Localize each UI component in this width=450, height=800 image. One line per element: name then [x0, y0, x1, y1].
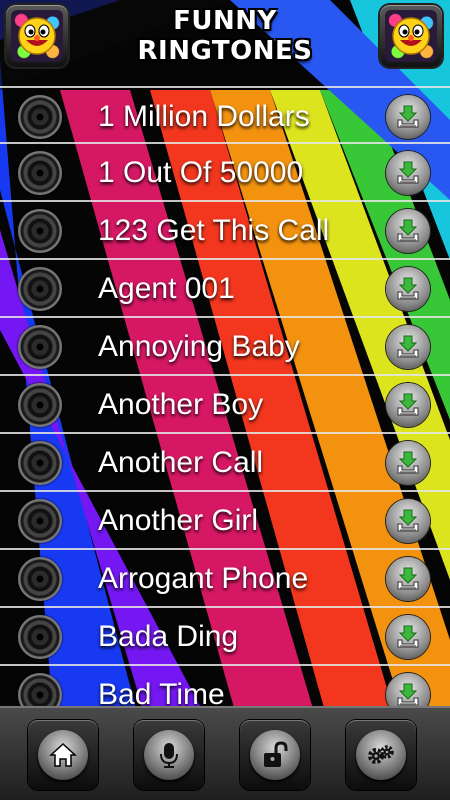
speaker-play-icon[interactable] — [18, 95, 62, 139]
download-button[interactable] — [386, 499, 430, 543]
list-item[interactable]: Another Call — [0, 434, 450, 492]
download-button[interactable] — [386, 151, 430, 195]
download-button[interactable] — [386, 673, 430, 706]
download-button[interactable] — [386, 557, 430, 601]
ringtone-name: Arrogant Phone — [98, 562, 309, 595]
unlock-icon — [264, 741, 288, 767]
list-item[interactable]: Annoying Baby — [0, 318, 450, 376]
ringtone-name: Bad Time — [98, 678, 225, 706]
download-button[interactable] — [386, 383, 430, 427]
download-icon — [397, 393, 419, 416]
smiley-face-icon — [18, 17, 56, 55]
download-button[interactable] — [386, 615, 430, 659]
download-icon — [397, 277, 419, 300]
download-button[interactable] — [386, 441, 430, 485]
list-item[interactable]: Bad Time — [0, 666, 450, 706]
ringtone-name: 123 Get This Call — [98, 214, 330, 247]
list-item[interactable]: Arrogant Phone — [0, 550, 450, 608]
title-line-2: RINGTONES — [137, 36, 313, 66]
download-icon — [397, 509, 419, 532]
home-icon — [49, 742, 77, 767]
download-button[interactable] — [386, 325, 430, 369]
speaker-play-icon[interactable] — [18, 615, 62, 659]
left-app-button[interactable] — [6, 5, 68, 67]
ringtone-name: Annoying Baby — [98, 330, 300, 363]
right-app-button[interactable] — [380, 5, 442, 67]
ringtone-name: 1 Million Dollars — [98, 100, 310, 133]
speaker-play-icon[interactable] — [18, 267, 62, 311]
ringtone-name: Agent 001 — [98, 272, 235, 305]
download-icon — [397, 219, 419, 242]
list-item[interactable]: 123 Get This Call — [0, 202, 450, 260]
download-icon — [397, 683, 419, 706]
speaker-play-icon[interactable] — [18, 499, 62, 543]
ringtone-name: Another Girl — [98, 504, 259, 537]
speaker-play-icon[interactable] — [18, 557, 62, 601]
list-item[interactable]: 1 Out Of 50000 — [0, 144, 450, 202]
smiley-face-icon — [392, 17, 430, 55]
bottom-toolbar — [0, 706, 450, 800]
download-button[interactable] — [386, 209, 430, 253]
microphone-icon — [160, 743, 178, 768]
download-button[interactable] — [386, 95, 430, 139]
speaker-play-icon[interactable] — [18, 673, 62, 706]
ringtone-name: Another Call — [98, 446, 264, 479]
unlock-button[interactable] — [240, 720, 310, 790]
speaker-play-icon[interactable] — [18, 383, 62, 427]
download-icon — [397, 625, 419, 648]
download-icon — [397, 335, 419, 358]
ringtone-name: Bada Ding — [98, 620, 239, 653]
title-line-1: FUNNY — [173, 6, 277, 36]
ringtone-name: 1 Out Of 50000 — [98, 156, 304, 189]
header: FUNNY RINGTONES — [0, 0, 450, 80]
speaker-play-icon[interactable] — [18, 325, 62, 369]
settings-gears-icon — [368, 745, 394, 764]
speaker-play-icon[interactable] — [18, 441, 62, 485]
download-icon — [397, 161, 419, 184]
settings-button[interactable] — [346, 720, 416, 790]
list-item[interactable]: Agent 001 — [0, 260, 450, 318]
speaker-play-icon[interactable] — [18, 209, 62, 253]
list-item[interactable]: 1 Million Dollars — [0, 86, 450, 144]
list-item[interactable]: Bada Ding — [0, 608, 450, 666]
record-button[interactable] — [134, 720, 204, 790]
home-button[interactable] — [28, 720, 98, 790]
ringtone-name: Another Boy — [98, 388, 264, 421]
download-button[interactable] — [386, 267, 430, 311]
ringtone-list[interactable]: 1 Million Dollars 1 Out Of 50000 123 Get T… — [0, 86, 450, 706]
download-icon — [397, 105, 419, 128]
app-title: FUNNY RINGTONES — [110, 6, 340, 66]
download-icon — [397, 567, 419, 590]
download-icon — [397, 451, 419, 474]
list-item[interactable]: Another Girl — [0, 492, 450, 550]
list-item[interactable]: Another Boy — [0, 376, 450, 434]
speaker-play-icon[interactable] — [18, 151, 62, 195]
